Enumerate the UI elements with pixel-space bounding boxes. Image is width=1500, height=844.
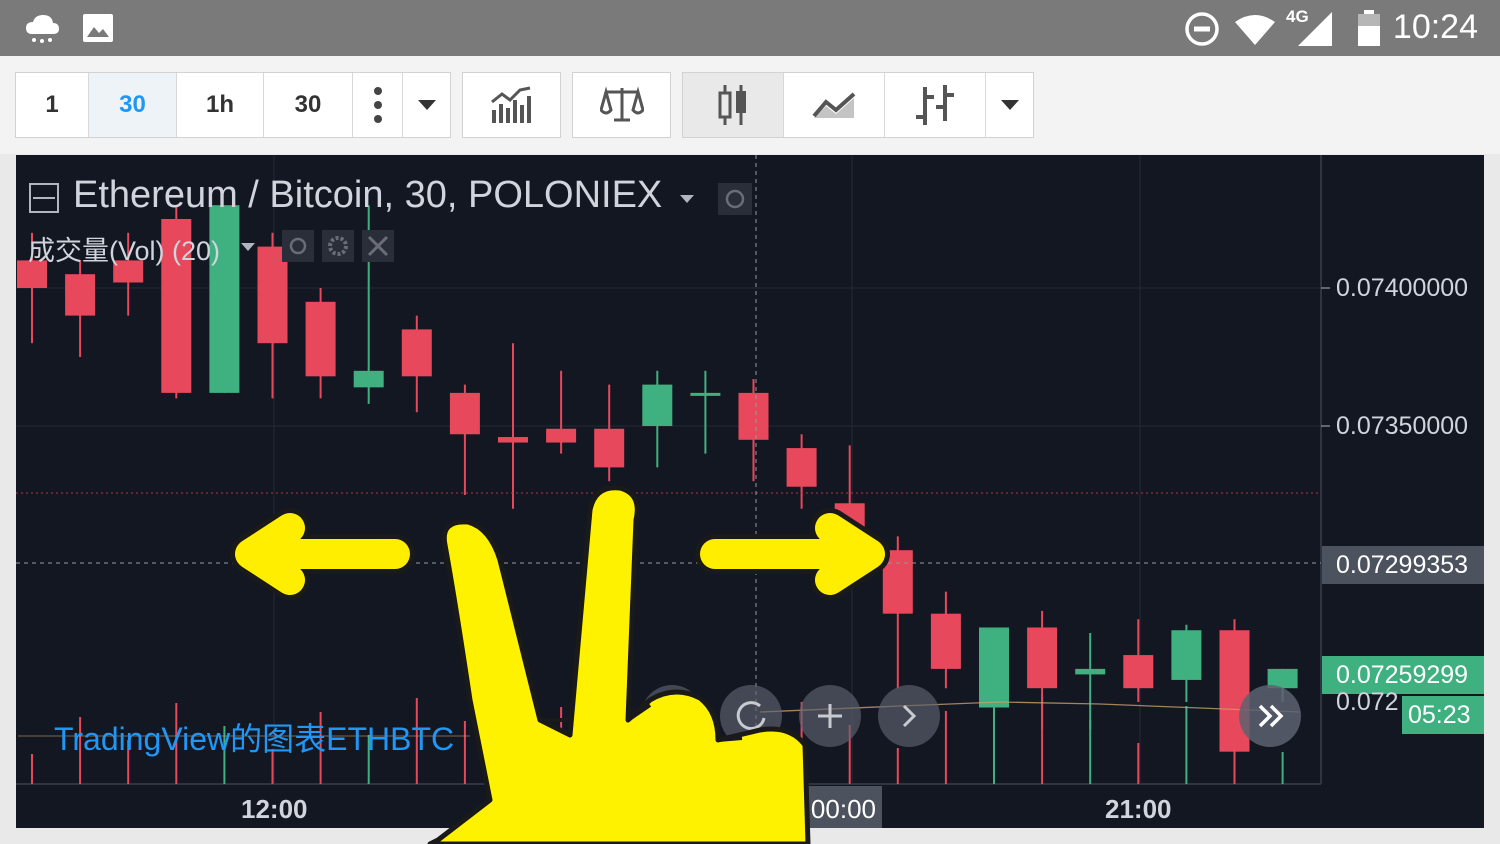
indicator-settings-button[interactable]	[322, 230, 354, 262]
last-price-label: 0.07259299	[1336, 661, 1469, 689]
candle-body	[1123, 655, 1154, 689]
price-axis-label: 0.07400000	[1336, 274, 1469, 302]
candle-body	[786, 448, 817, 487]
candle-body	[979, 627, 1009, 708]
scroll-right-button[interactable]	[878, 685, 940, 747]
indicator-visibility-button[interactable]	[282, 230, 314, 262]
time-axis-label: 12:00	[241, 794, 308, 824]
crosshair-price-label: 0.07299353	[1336, 551, 1469, 579]
candle-body	[930, 613, 961, 669]
indicator-label[interactable]: 成交量(Vol) (20)	[28, 229, 220, 268]
candle-body	[1075, 668, 1106, 675]
candle-body	[690, 392, 721, 396]
crosshair-time-label: 00:00	[810, 794, 876, 824]
candle-body	[642, 384, 673, 426]
candle-body	[449, 392, 480, 435]
countdown-label: 05:23	[1408, 701, 1471, 729]
candle-body	[738, 392, 769, 440]
time-axis-label: 21:00	[1105, 794, 1172, 824]
candle-body	[1171, 630, 1202, 680]
candle-body	[65, 274, 96, 316]
candle-body	[498, 437, 528, 443]
candle-body	[353, 370, 384, 388]
candle-body	[546, 428, 577, 443]
candle-body	[305, 301, 336, 377]
symbol-visibility-button[interactable]	[718, 183, 752, 215]
candle-body	[1027, 627, 1058, 689]
candle-body	[401, 329, 432, 377]
candle-body	[594, 428, 625, 468]
watermark-text: TradingView的图表ETHBTC	[54, 721, 455, 757]
price-axis-label: 0.07350000	[1336, 412, 1469, 440]
symbol-title[interactable]: Ethereum / Bitcoin, 30, POLONIEX	[73, 174, 662, 217]
partial-price-label: 0.0725	[1336, 688, 1398, 716]
